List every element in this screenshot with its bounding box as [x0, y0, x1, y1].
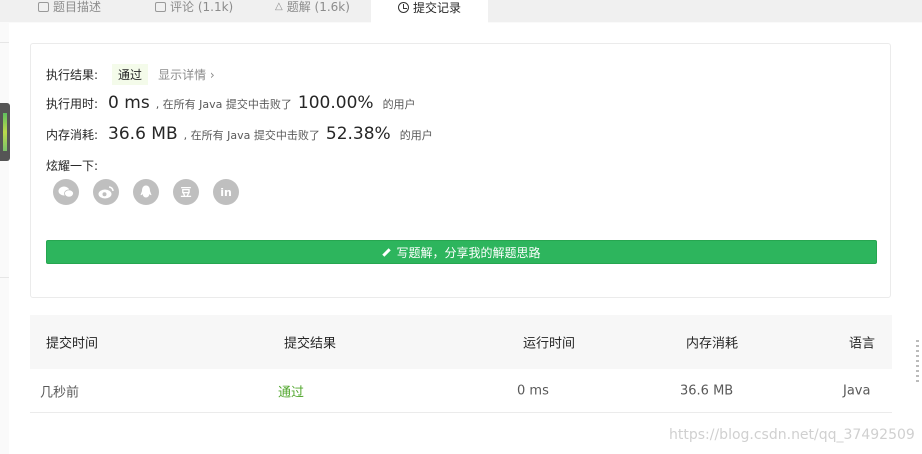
- share-row: 炫耀一下:: [46, 157, 98, 174]
- runtime-row: 执行用时: 0 ms , 在所有 Java 提交中击败了 100.00% 的用户: [46, 93, 416, 113]
- header-submit-result: 提交结果: [284, 336, 337, 352]
- header-memory: 内存消耗: [686, 336, 739, 352]
- write-solution-button[interactable]: 写题解，分享我的解题思路: [46, 240, 877, 264]
- pencil-icon: [382, 247, 392, 257]
- divider: [0, 42, 9, 43]
- level-meter-icon: [3, 113, 7, 151]
- runtime-percent: 100.00%: [297, 93, 374, 113]
- runtime-value: 0 ms: [108, 93, 150, 113]
- tab-bar: 题目描述 评论 (1.1k) △ 题解 (1.6k) 提交记录: [0, 0, 922, 23]
- runtime-text: , 在所有 Java 提交中击败了: [155, 98, 292, 111]
- tab-description[interactable]: 题目描述: [38, 0, 101, 22]
- douban-icon[interactable]: 豆: [173, 179, 199, 205]
- runtime-label: 执行用时:: [46, 97, 99, 111]
- share-label: 炫耀一下:: [46, 159, 99, 173]
- memory-percent: 52.38%: [325, 124, 391, 144]
- tab-submissions[interactable]: 提交记录: [371, 0, 488, 23]
- header-runtime: 运行时间: [523, 336, 576, 352]
- cell-language: Java: [843, 383, 871, 398]
- status-badge: 通过: [112, 64, 149, 85]
- memory-value: 36.6 MB: [108, 124, 178, 144]
- header-language: 语言: [849, 336, 876, 352]
- memory-row: 内存消耗: 36.6 MB , 在所有 Java 提交中击败了 52.38% 的…: [46, 124, 433, 144]
- cell-submit-time: 几秒前: [40, 385, 80, 400]
- table-header: 提交时间 提交结果 运行时间 内存消耗 语言: [30, 315, 892, 369]
- result-row: 执行结果: 通过 显示详情 ›: [46, 64, 215, 85]
- weibo-icon[interactable]: [93, 179, 119, 205]
- memory-text: , 在所有 Java 提交中击败了: [183, 129, 320, 142]
- result-card: 执行结果: 通过 显示详情 › 执行用时: 0 ms , 在所有 Java 提交…: [30, 43, 891, 298]
- submissions-table: 提交时间 提交结果 运行时间 内存消耗 语言 几秒前 通过 0 ms 36.6 …: [30, 315, 892, 413]
- table-row[interactable]: 几秒前 通过 0 ms 36.6 MB Java: [30, 369, 892, 413]
- tab-solutions[interactable]: △ 题解 (1.6k): [275, 0, 350, 22]
- solution-icon: △: [275, 1, 283, 12]
- scrollbar-handle[interactable]: [916, 340, 919, 382]
- show-details-link[interactable]: 显示详情 ›: [158, 66, 215, 83]
- tab-comments[interactable]: 评论 (1.1k): [155, 0, 233, 22]
- cell-runtime: 0 ms: [517, 383, 549, 398]
- comment-icon: [155, 2, 166, 12]
- result-label: 执行结果:: [46, 68, 99, 82]
- side-handle[interactable]: [0, 103, 10, 161]
- header-submit-time: 提交时间: [46, 336, 99, 352]
- runtime-suffix: 的用户: [382, 98, 416, 111]
- linkedin-icon[interactable]: in: [213, 179, 239, 205]
- cell-result-link[interactable]: 通过: [278, 381, 304, 400]
- qq-icon[interactable]: [133, 179, 159, 205]
- description-icon: [38, 2, 49, 12]
- memory-label: 内存消耗:: [46, 128, 99, 142]
- clock-icon: [397, 2, 409, 13]
- memory-suffix: 的用户: [399, 129, 433, 142]
- cell-memory: 36.6 MB: [680, 383, 734, 398]
- watermark-text: https://blog.csdn.net/qq_37492509: [669, 427, 915, 443]
- divider: [0, 277, 9, 278]
- wechat-icon[interactable]: [53, 179, 79, 205]
